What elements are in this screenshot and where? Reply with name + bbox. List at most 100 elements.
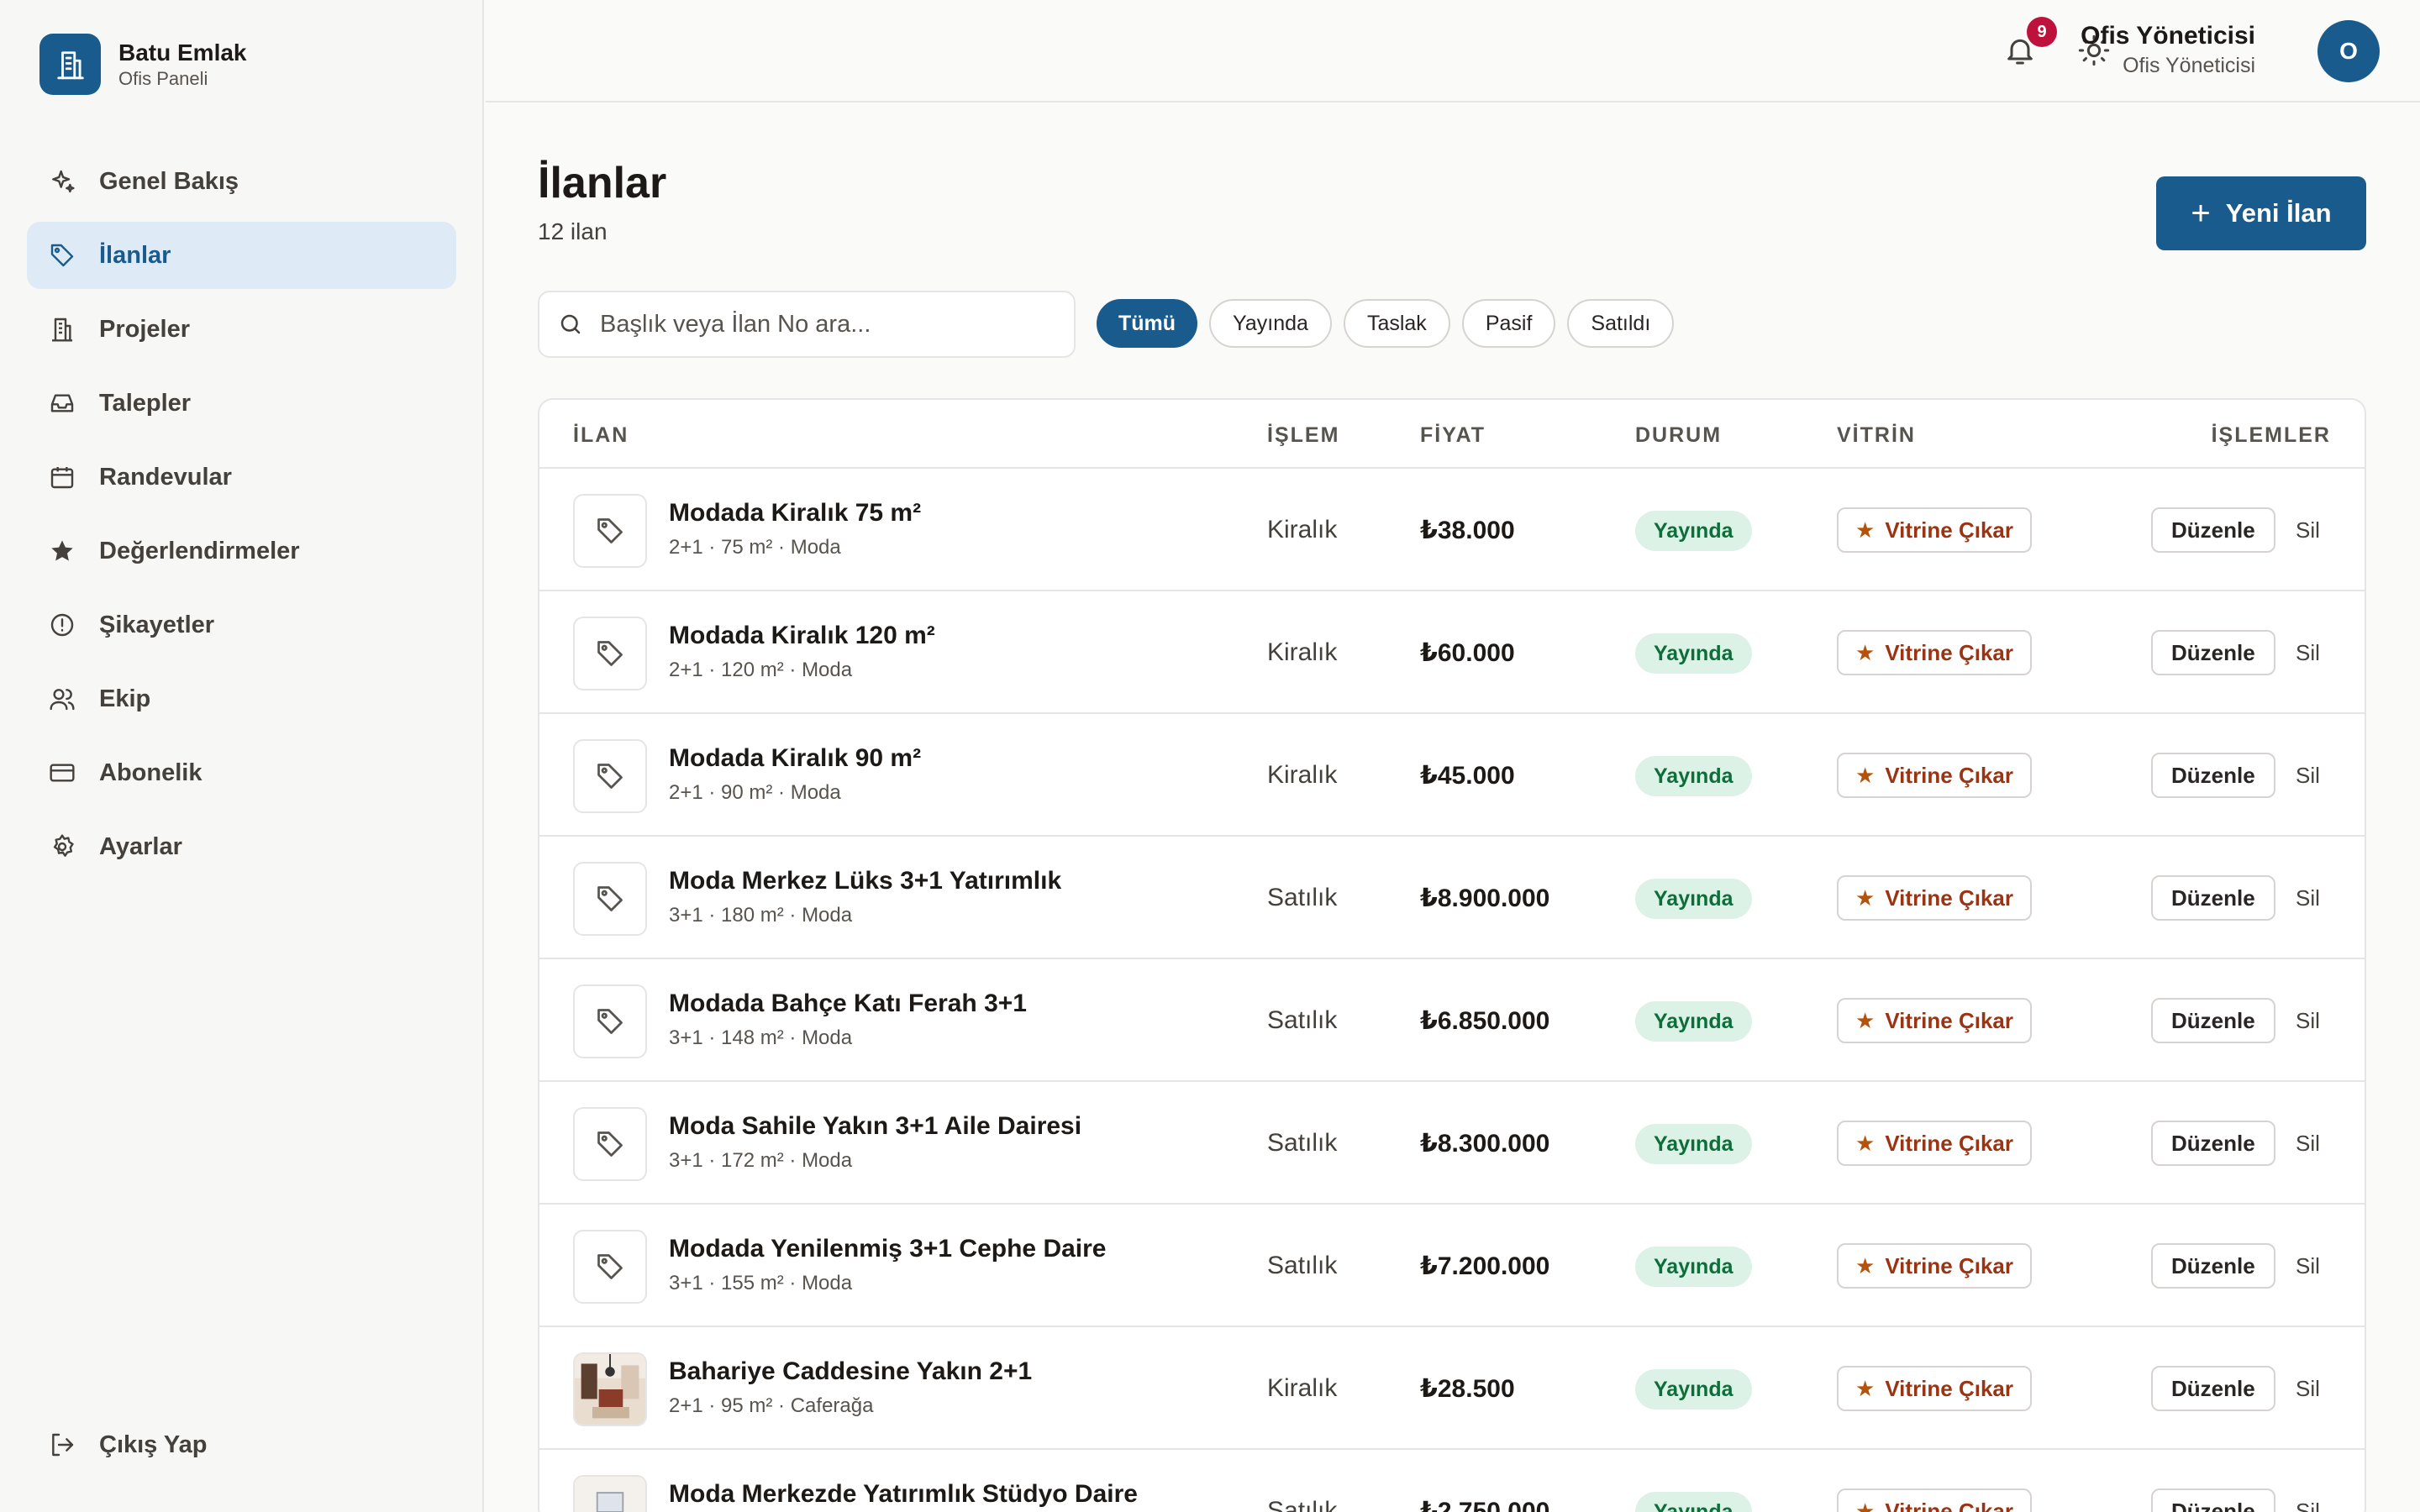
listing-type: Satılık <box>1267 1129 1338 1157</box>
table-row[interactable]: Bahariye Caddesine Yakın 2+1 2+1 · 95 m²… <box>539 1327 2365 1450</box>
sidebar-item-randevular[interactable]: Randevular <box>27 444 456 511</box>
user-menu[interactable]: Ofis Yöneticisi Ofis Yöneticisi <box>2081 20 2255 79</box>
sidebar-item-degerlendirmeler[interactable]: Değerlendirmeler <box>27 517 456 585</box>
star-icon: ★ <box>1855 1007 1876 1033</box>
sidebar-nav: Genel Bakış İlanlar Projeler Talepler Ra… <box>27 148 456 887</box>
listing-meta: 2+1 · 95 m² · Caferağa <box>669 1394 874 1417</box>
star-icon: ★ <box>1855 1498 1876 1512</box>
filter-pasif[interactable]: Pasif <box>1461 299 1556 348</box>
edit-button[interactable]: Düzenle <box>2151 1243 2275 1289</box>
listing-meta: 3+1 · 155 m² · Moda <box>669 1272 853 1294</box>
new-listing-button[interactable]: + Yeni İlan <box>2156 176 2366 250</box>
table-row[interactable]: Modada Yenilenmiş 3+1 Cephe Daire 3+1 · … <box>539 1205 2365 1327</box>
delete-button[interactable]: Sil <box>2296 640 2320 666</box>
table-row[interactable]: Moda Sahile Yakın 3+1 Aile Dairesi 3+1 ·… <box>539 1082 2365 1205</box>
listing-title[interactable]: Modada Kiralık 120 m² <box>669 622 935 650</box>
sidebar-item-genel-bakis[interactable]: Genel Bakış <box>27 148 456 215</box>
edit-button[interactable]: Düzenle <box>2151 875 2275 921</box>
sidebar-item-ayarlar[interactable]: Ayarlar <box>27 813 456 880</box>
sidebar-item-label: Randevular <box>99 463 232 491</box>
brand[interactable]: Batu Emlak Ofis Paneli <box>39 34 247 95</box>
column-header-listing[interactable]: İLAN <box>573 423 629 448</box>
column-header-type[interactable]: İŞLEM <box>1267 423 1339 448</box>
sidebar: Batu Emlak Ofis Paneli Genel Bakış İlanl… <box>0 0 484 1512</box>
listing-title[interactable]: Modada Kiralık 90 m² <box>669 744 921 773</box>
avatar[interactable]: O <box>2317 20 2380 82</box>
listing-title[interactable]: Moda Merkezde Yatırımlık Stüdyo Daire <box>669 1480 1138 1509</box>
delete-button[interactable]: Sil <box>2296 1131 2320 1157</box>
sidebar-item-talepler[interactable]: Talepler <box>27 370 456 437</box>
star-icon: ★ <box>1855 762 1876 788</box>
edit-button[interactable]: Düzenle <box>2151 507 2275 553</box>
sidebar-item-sikayetler[interactable]: Şikayetler <box>27 591 456 659</box>
filter-taslak[interactable]: Taslak <box>1343 299 1450 348</box>
listing-title[interactable]: Modada Bahçe Katı Ferah 3+1 <box>669 990 1027 1018</box>
listing-title[interactable]: Moda Merkez Lüks 3+1 Yatırımlık <box>669 867 1061 895</box>
feature-button[interactable]: ★ Vitrine Çıkar <box>1837 753 2033 798</box>
edit-button[interactable]: Düzenle <box>2151 1488 2275 1512</box>
edit-button[interactable]: Düzenle <box>2151 753 2275 798</box>
listing-title[interactable]: Modada Yenilenmiş 3+1 Cephe Daire <box>669 1235 1107 1263</box>
tag-icon <box>573 739 647 813</box>
feature-button[interactable]: ★ Vitrine Çıkar <box>1837 1488 2033 1512</box>
listing-meta: 3+1 · 180 m² · Moda <box>669 904 853 927</box>
column-header-price[interactable]: FİYAT <box>1420 423 1486 448</box>
status-badge: Yayında <box>1635 1369 1752 1410</box>
table-row[interactable]: Moda Merkezde Yatırımlık Stüdyo Daire Sa… <box>539 1450 2365 1512</box>
sidebar-item-label: Ekip <box>99 685 151 712</box>
sidebar-item-ekip[interactable]: Ekip <box>27 665 456 732</box>
edit-button[interactable]: Düzenle <box>2151 630 2275 675</box>
sidebar-item-label: Projeler <box>99 315 190 343</box>
table-header: İLAN İŞLEM FİYAT DURUM VİTRİN İŞLEMLER <box>539 400 2365 469</box>
table-row[interactable]: Modada Kiralık 120 m² 2+1 · 120 m² · Mod… <box>539 591 2365 714</box>
star-icon: ★ <box>1855 639 1876 665</box>
star-icon <box>47 536 77 566</box>
sidebar-item-label: Genel Bakış <box>99 167 239 195</box>
feature-button[interactable]: ★ Vitrine Çıkar <box>1837 630 2033 675</box>
delete-button[interactable]: Sil <box>2296 1499 2320 1512</box>
filter-tumu[interactable]: Tümü <box>1097 299 1198 348</box>
feature-label: Vitrine Çıkar <box>1885 1252 2014 1278</box>
column-header-status[interactable]: DURUM <box>1635 423 1722 448</box>
delete-button[interactable]: Sil <box>2296 1376 2320 1402</box>
listing-title[interactable]: Modada Kiralık 75 m² <box>669 499 921 528</box>
delete-button[interactable]: Sil <box>2296 885 2320 911</box>
delete-button[interactable]: Sil <box>2296 763 2320 789</box>
table-row[interactable]: Modada Kiralık 75 m² 2+1 · 75 m² · Moda … <box>539 469 2365 591</box>
delete-button[interactable]: Sil <box>2296 517 2320 543</box>
search-input[interactable] <box>600 310 1071 339</box>
feature-button[interactable]: ★ Vitrine Çıkar <box>1837 998 2033 1043</box>
edit-button[interactable]: Düzenle <box>2151 998 2275 1043</box>
table-row[interactable]: Modada Kiralık 90 m² 2+1 · 90 m² · Moda … <box>539 714 2365 837</box>
filter-yayinda[interactable]: Yayında <box>1209 299 1332 348</box>
feature-button[interactable]: ★ Vitrine Çıkar <box>1837 1121 2033 1166</box>
feature-button[interactable]: ★ Vitrine Çıkar <box>1837 1243 2033 1289</box>
inbox-icon <box>47 388 77 418</box>
feature-button[interactable]: ★ Vitrine Çıkar <box>1837 875 2033 921</box>
edit-button[interactable]: Düzenle <box>2151 1366 2275 1411</box>
listing-type: Kiralık <box>1267 638 1338 666</box>
logout-button[interactable]: Çıkış Yap <box>27 1411 456 1478</box>
brand-name: Batu Emlak <box>118 39 247 66</box>
sidebar-item-abonelik[interactable]: Abonelik <box>27 739 456 806</box>
feature-button[interactable]: ★ Vitrine Çıkar <box>1837 1366 2033 1411</box>
sparkle-icon <box>47 166 77 197</box>
delete-button[interactable]: Sil <box>2296 1008 2320 1034</box>
delete-button[interactable]: Sil <box>2296 1253 2320 1279</box>
table-row[interactable]: Modada Bahçe Katı Ferah 3+1 3+1 · 148 m²… <box>539 959 2365 1082</box>
listing-title[interactable]: Bahariye Caddesine Yakın 2+1 <box>669 1357 1032 1386</box>
listing-price: ₺8.900.000 <box>1420 885 1550 912</box>
sidebar-item-label: Şikayetler <box>99 611 215 638</box>
listing-type: Satılık <box>1267 1497 1338 1512</box>
listing-price: ₺2.750.000 <box>1420 1498 1550 1512</box>
sidebar-item-ilanlar[interactable]: İlanlar <box>27 222 456 289</box>
plus-icon: + <box>2191 195 2211 232</box>
feature-button[interactable]: ★ Vitrine Çıkar <box>1837 507 2033 553</box>
filter-satildi[interactable]: Satıldı <box>1567 299 1675 348</box>
edit-button[interactable]: Düzenle <box>2151 1121 2275 1166</box>
listing-title[interactable]: Moda Sahile Yakın 3+1 Aile Dairesi <box>669 1112 1081 1141</box>
table-row[interactable]: Moda Merkez Lüks 3+1 Yatırımlık 3+1 · 18… <box>539 837 2365 959</box>
column-header-featured[interactable]: VİTRİN <box>1837 423 1916 448</box>
sidebar-item-projeler[interactable]: Projeler <box>27 296 456 363</box>
tag-icon <box>47 240 77 270</box>
